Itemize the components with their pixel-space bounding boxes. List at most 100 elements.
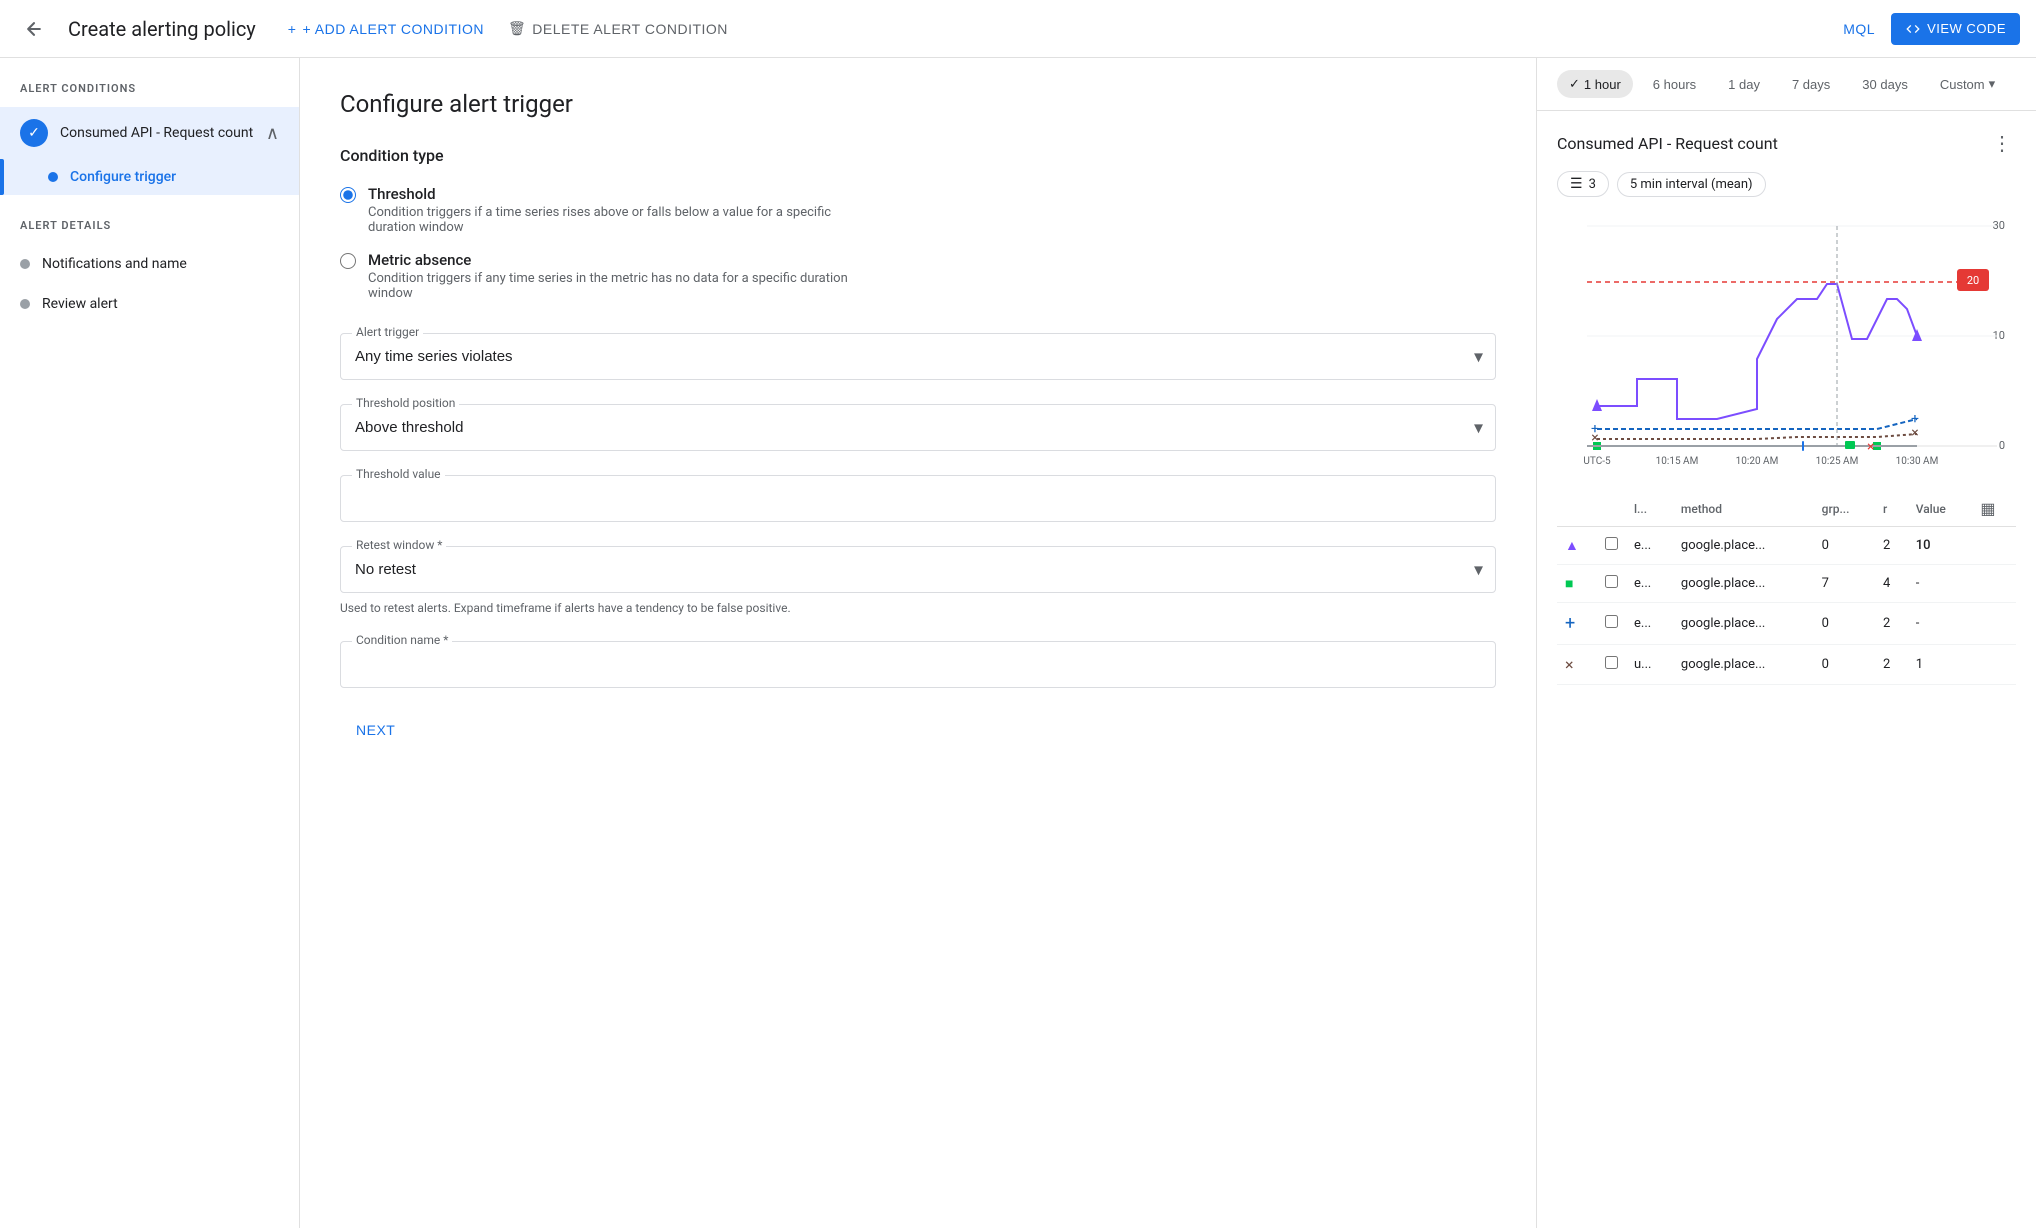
svg-text:0: 0 <box>1999 439 2005 452</box>
chart-svg-wrapper: 30 10 0 20 <box>1557 209 2016 483</box>
alert-details-label: ALERT DETAILS <box>0 219 299 244</box>
mql-button[interactable]: MQL <box>1843 21 1875 37</box>
sidebar-item-review[interactable]: Review alert <box>0 284 299 324</box>
back-button[interactable] <box>16 11 52 47</box>
time-range-7days[interactable]: 7 days <box>1780 71 1842 98</box>
chart-svg: 30 10 0 20 <box>1557 209 2017 479</box>
svg-text:10:15 AM: 10:15 AM <box>1656 456 1699 467</box>
threshold-value-label: Threshold value <box>352 467 445 481</box>
svg-text:10:25 AM: 10:25 AM <box>1816 456 1859 467</box>
threshold-value-input[interactable]: 20 <box>340 475 1496 522</box>
threshold-position-field: Threshold position Above threshold Below… <box>340 404 1496 451</box>
threshold-label: Threshold <box>368 185 848 203</box>
time-range-1hour[interactable]: ✓ 1 hour <box>1557 70 1633 98</box>
svg-text:UTC-5: UTC-5 <box>1583 456 1611 467</box>
sidebar-item-notifications[interactable]: Notifications and name <box>0 244 299 284</box>
svg-text:×: × <box>1591 430 1598 446</box>
threshold-desc: Condition triggers if a time series rise… <box>368 205 848 235</box>
metric-absence-option[interactable]: Metric absence Condition triggers if any… <box>340 251 1496 301</box>
dot-icon <box>20 259 30 269</box>
alert-trigger-select-wrapper: Any time series violates All time series… <box>340 333 1496 380</box>
dot-icon-2 <box>20 299 30 309</box>
review-label: Review alert <box>42 296 279 312</box>
time-range-1day[interactable]: 1 day <box>1716 71 1772 98</box>
content-area: Configure alert trigger Condition type T… <box>300 58 1536 1228</box>
trash-icon: 🗑 <box>508 20 526 37</box>
condition-name-input[interactable]: Consumed API - Request count <box>340 641 1496 688</box>
alert-conditions-label: ALERT CONDITIONS <box>0 82 299 107</box>
legend-col-checkbox <box>1597 491 1626 527</box>
retest-window-field: Retest window * No retest 1 minute 5 min… <box>340 546 1496 617</box>
threshold-value-field: Threshold value 20 <box>340 475 1496 522</box>
alert-trigger-select[interactable]: Any time series violates All time series… <box>341 334 1495 379</box>
series-count-chip[interactable]: ☰ 3 <box>1557 171 1609 197</box>
svg-text:20: 20 <box>1967 274 1979 287</box>
legend-col-method: method <box>1673 491 1814 527</box>
next-button[interactable]: NEXT <box>340 712 411 748</box>
sidebar-sub-item-configure-trigger[interactable]: Configure trigger <box>0 159 299 195</box>
svg-text:10:30 AM: 10:30 AM <box>1896 456 1939 467</box>
threshold-option[interactable]: Threshold Condition triggers if a time s… <box>340 185 1496 235</box>
check-icon: ✓ <box>20 119 48 147</box>
table-row: + e... google.place... 0 2 - <box>1557 603 2016 645</box>
checkmark-icon: ✓ <box>1569 76 1580 92</box>
main-layout: ALERT CONDITIONS ✓ Consumed API - Reques… <box>0 58 2036 1228</box>
retest-window-label: Retest window * <box>352 538 446 552</box>
legend-table: l... method grp... r Value ▦ ▲ <box>1557 491 2016 685</box>
row3-checkbox[interactable] <box>1605 615 1618 628</box>
condition-type-radio-group: Threshold Condition triggers if a time s… <box>340 185 1496 301</box>
legend-col-bars: ▦ <box>1972 491 2016 527</box>
header-actions: + + ADD ALERT CONDITION 🗑 DELETE ALERT C… <box>288 20 728 37</box>
row1-checkbox[interactable] <box>1605 537 1618 550</box>
threshold-radio[interactable] <box>340 187 356 203</box>
sub-item-label: Configure trigger <box>70 169 176 185</box>
legend-col-r: r <box>1875 491 1908 527</box>
alert-trigger-field: Alert trigger Any time series violates A… <box>340 333 1496 380</box>
page-title: Create alerting policy <box>68 17 256 41</box>
svg-text:×: × <box>1867 439 1874 455</box>
chart-title-row: Consumed API - Request count ⋮ <box>1557 127 2016 159</box>
chart-title: Consumed API - Request count <box>1557 134 1778 153</box>
time-range-custom[interactable]: Custom ▾ <box>1928 70 2007 98</box>
row4-checkbox[interactable] <box>1605 656 1618 669</box>
content-title: Configure alert trigger <box>340 90 1496 118</box>
chevron-down-icon-4: ▾ <box>1989 76 1996 92</box>
lines-icon: ☰ <box>1570 176 1583 192</box>
metric-absence-label: Metric absence <box>368 251 848 269</box>
time-range-30days[interactable]: 30 days <box>1850 71 1920 98</box>
table-row: ▲ e... google.place... 0 2 10 <box>1557 527 2016 565</box>
retest-window-select[interactable]: No retest 1 minute 5 minutes <box>341 547 1495 592</box>
chevron-up-icon: ∧ <box>266 123 279 144</box>
threshold-position-select[interactable]: Above threshold Below threshold <box>341 405 1495 450</box>
svg-text:10:20 AM: 10:20 AM <box>1736 456 1779 467</box>
right-panel: ✓ 1 hour 6 hours 1 day 7 days 30 days Cu… <box>1536 58 2036 1228</box>
time-range-bar: ✓ 1 hour 6 hours 1 day 7 days 30 days Cu… <box>1537 58 2036 111</box>
threshold-position-select-wrapper: Above threshold Below threshold ▾ <box>340 404 1496 451</box>
svg-text:×: × <box>1911 425 1918 441</box>
delete-alert-condition-button[interactable]: 🗑 DELETE ALERT CONDITION <box>508 20 728 37</box>
condition-name-field: Condition name * Consumed API - Request … <box>340 641 1496 688</box>
view-code-button[interactable]: VIEW CODE <box>1891 13 2020 45</box>
chart-meta: ☰ 3 5 min interval (mean) <box>1557 171 2016 197</box>
condition-item-label: Consumed API - Request count <box>60 125 254 141</box>
legend-col-grp: grp... <box>1814 491 1875 527</box>
threshold-position-label: Threshold position <box>352 396 459 410</box>
sidebar-item-consumed-api[interactable]: ✓ Consumed API - Request count ∧ <box>0 107 299 159</box>
more-options-button[interactable]: ⋮ <box>1988 127 2016 159</box>
series-count: 3 <box>1589 177 1596 192</box>
interval-chip[interactable]: 5 min interval (mean) <box>1617 172 1766 197</box>
top-header: Create alerting policy + + ADD ALERT CON… <box>0 0 2036 58</box>
table-row: ■ e... google.place... 7 4 - <box>1557 565 2016 603</box>
time-range-6hours[interactable]: 6 hours <box>1641 71 1708 98</box>
add-alert-condition-button[interactable]: + + ADD ALERT CONDITION <box>288 21 484 37</box>
sub-dot-icon <box>48 172 58 182</box>
add-icon: + <box>288 21 297 37</box>
condition-name-label: Condition name * <box>352 633 452 647</box>
condition-type-heading: Condition type <box>340 146 1496 165</box>
legend-col-l: l... <box>1626 491 1673 527</box>
metric-absence-radio[interactable] <box>340 253 356 269</box>
row2-checkbox[interactable] <box>1605 575 1618 588</box>
legend-col-value: Value <box>1908 491 1973 527</box>
code-icon <box>1905 21 1921 37</box>
notifications-label: Notifications and name <box>42 256 279 272</box>
